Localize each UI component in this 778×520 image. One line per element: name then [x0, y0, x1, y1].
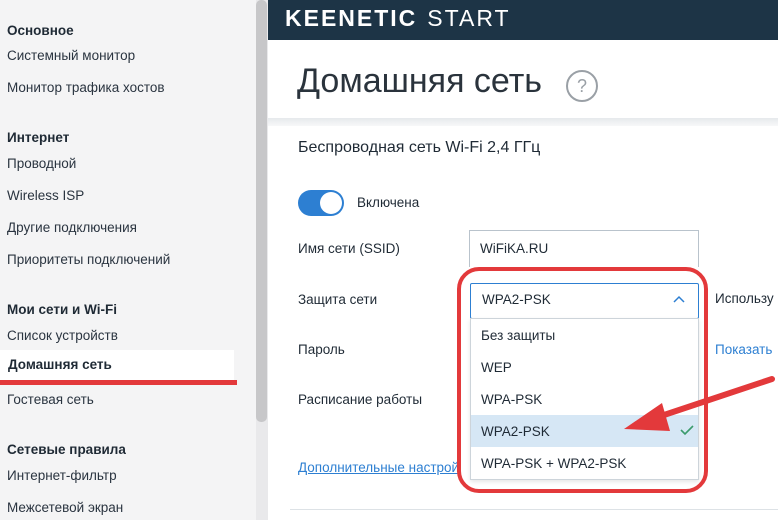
- nav-item-guest-network[interactable]: Гостевая сеть: [7, 392, 94, 407]
- nav-item-home-network-label: Домашняя сеть: [8, 357, 112, 372]
- nav-item-wired[interactable]: Проводной: [7, 156, 76, 171]
- nav-item-home-network[interactable]: Домашняя сеть: [0, 350, 234, 382]
- page-title: Домашняя сеть: [297, 62, 542, 100]
- sidebar: Основное Системный монитор Монитор трафи…: [0, 0, 256, 520]
- password-label: Пароль: [298, 342, 345, 357]
- security-label: Защита сети: [298, 292, 378, 307]
- logo-brand: KEENETIC: [285, 5, 418, 31]
- nav-group-internet: Интернет: [7, 130, 70, 145]
- header-separator: [268, 118, 778, 126]
- nav-item-device-list[interactable]: Список устройств: [7, 328, 118, 343]
- keenetic-logo: KEENETIC START: [285, 5, 511, 32]
- wifi-enabled-toggle[interactable]: [298, 190, 344, 216]
- wifi-enabled-label: Включена: [357, 195, 420, 210]
- nav-item-connection-priorities[interactable]: Приоритеты подключений: [7, 252, 170, 267]
- nav-item-firewall[interactable]: Межсетевой экран: [7, 500, 123, 515]
- wifi-section-title: Беспроводная сеть Wi-Fi 2,4 ГГц: [298, 139, 541, 156]
- nav-group-my-networks: Мои сети и Wi-Fi: [7, 302, 117, 317]
- nav-item-other-connections[interactable]: Другие подключения: [7, 220, 137, 235]
- annotation-arrow-icon: [624, 376, 775, 431]
- sidebar-scrollbar-thumb[interactable]: [256, 0, 267, 422]
- nav-item-host-traffic[interactable]: Монитор трафика хостов: [7, 80, 165, 95]
- advanced-settings-link[interactable]: Дополнительные настрой: [298, 460, 459, 475]
- nav-group-network-rules: Сетевые правила: [7, 442, 126, 457]
- help-icon[interactable]: ?: [566, 70, 598, 102]
- nav-item-wireless-isp[interactable]: Wireless ISP: [7, 188, 84, 203]
- logo-product: START: [427, 5, 511, 31]
- use-text: Использу: [715, 291, 774, 306]
- nav-item-internet-filter[interactable]: Интернет-фильтр: [7, 468, 117, 483]
- ssid-label: Имя сети (SSID): [298, 241, 400, 256]
- show-password-link[interactable]: Показать: [715, 342, 772, 357]
- section-divider: [290, 509, 778, 510]
- nav-item-system-monitor[interactable]: Системный монитор: [7, 48, 135, 63]
- toggle-knob: [320, 192, 342, 214]
- nav-group-basic: Основное: [7, 23, 74, 38]
- ssid-value: WiFiKA.RU: [480, 241, 549, 256]
- schedule-label: Расписание работы: [298, 392, 423, 407]
- active-item-underline: [0, 380, 237, 385]
